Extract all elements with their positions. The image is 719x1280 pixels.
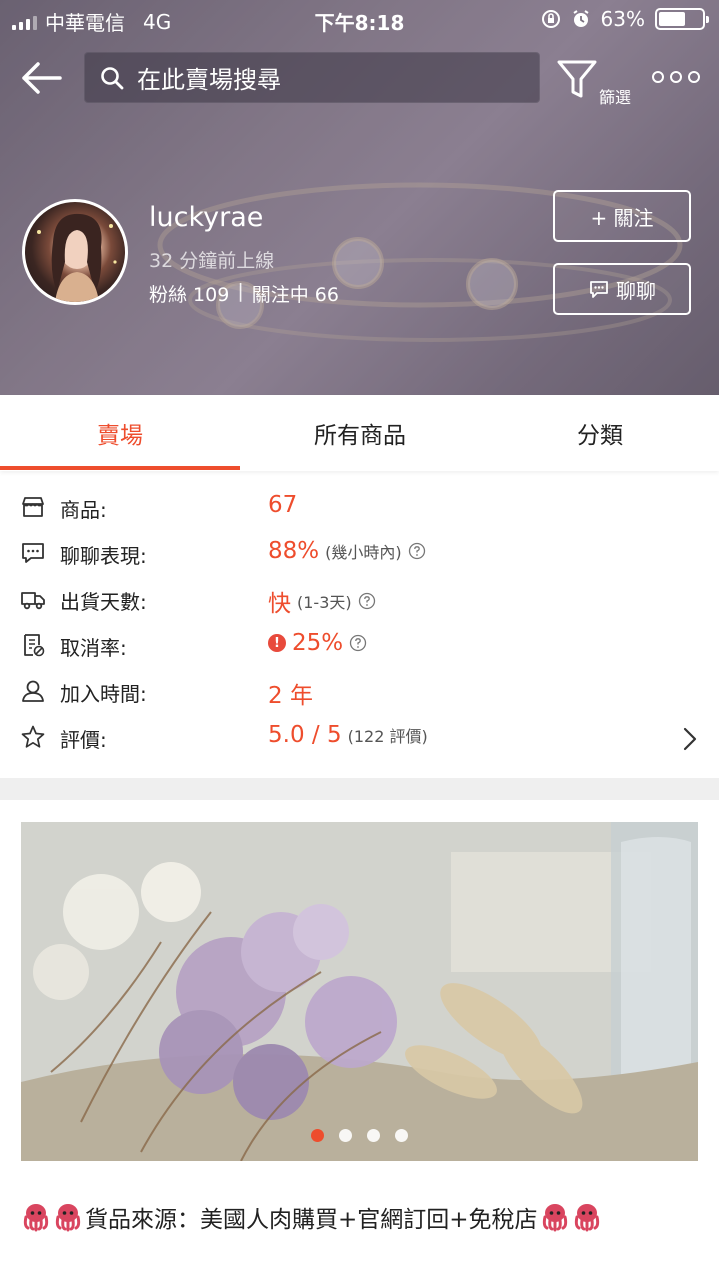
stat-value-cancel: ! 25% [268,630,367,656]
cancel-rate: 25% [292,630,344,656]
online-status: 32 分鐘前上線 [149,250,275,272]
carousel-dot[interactable] [395,1129,408,1142]
follow-button-label: + 關注 [590,205,654,230]
help-icon[interactable] [358,592,376,610]
tab-all-products[interactable]: 所有商品 [240,395,480,471]
stat-value-rating: 5.0 / 5 (122 評價) [268,722,428,748]
section-divider [0,778,719,800]
banner-carousel[interactable] [21,822,698,1161]
chat-button-label: 聊聊 [616,278,656,303]
octopus-icon [55,1204,81,1232]
stat-label-chat: 聊聊表現: [60,544,147,568]
star-icon [21,725,45,748]
follow-stats: 粉絲 109 | 關注中 66 [149,280,339,307]
stat-label-shipping: 出貨天數: [60,590,147,614]
stat-label-rating: 評價: [60,728,107,752]
shipping-speed: 快 [268,591,291,617]
stat-label-joined: 加入時間: [60,682,147,706]
stat-row-chat: 聊聊表現: 88% (幾小時內) [0,532,719,578]
back-button[interactable] [18,58,64,98]
stat-row-shipping: 出貨天數: 快 (1-3天) [0,578,719,624]
stat-value-chat: 88% (幾小時內) [268,538,426,564]
delivery-truck-icon [21,592,45,610]
joined-duration: 2 年 [268,683,313,709]
user-icon [22,680,44,702]
stat-label-products: 商品: [60,498,107,522]
stat-row-products: 商品: 67 [0,486,719,532]
octopus-icon [574,1204,599,1232]
alarm-icon [572,10,589,27]
more-dot-icon [688,71,700,83]
carousel-dot[interactable] [311,1129,324,1142]
chat-performance-icon [22,543,44,563]
carousel-dot[interactable] [367,1129,380,1142]
chat-rate: 88% [268,538,320,564]
chat-rate-note: (幾小時內) [325,543,402,562]
description-text: 貨品來源：美國人肉購買+官網訂回+免稅店 [85,1207,538,1233]
search-input[interactable]: 在此賣場搜尋 [84,52,540,103]
help-icon[interactable] [408,542,426,560]
follow-button[interactable]: + 關注 [553,190,691,242]
carousel-indicator [21,1129,698,1142]
tab-shop[interactable]: 賣場 [0,395,240,471]
battery-icon [655,8,709,30]
avatar-photo [37,213,117,302]
stat-row-rating[interactable]: 評價: 5.0 / 5 (122 評價) [0,716,719,762]
avatar[interactable] [22,199,128,305]
stat-row-joined: 加入時間: 2 年 [0,670,719,716]
chevron-right-icon[interactable] [682,726,698,752]
following-count[interactable]: 關注中 66 [252,280,339,307]
rating-score: 5.0 / 5 [268,722,342,748]
stat-label-cancel: 取消率: [60,636,127,660]
orientation-lock-icon [541,10,560,28]
rating-count: (122 評價) [347,727,428,746]
shipping-days-note: (1-3天) [297,593,352,612]
battery-percent: 63% [600,7,645,31]
top-nav: 在此賣場搜尋 篩選 [0,52,719,107]
search-placeholder: 在此賣場搜尋 [137,66,281,94]
help-icon[interactable] [349,634,367,652]
store-icon [22,497,44,517]
warning-icon: ! [268,634,286,652]
status-bar: 中華電信 4G 下午8:18 63% [0,0,719,38]
shop-tabs: 賣場 所有商品 分類 [0,395,719,471]
banner-image [21,822,698,1161]
filter-label: 篩選 [599,88,632,107]
search-icon [101,66,124,89]
status-right: 63% [541,7,709,31]
carousel-dot[interactable] [339,1129,352,1142]
more-options-button[interactable] [652,66,702,88]
chat-button[interactable]: 聊聊 [553,263,691,315]
shop-description: 貨品來源：美國人肉購買+官網訂回+免稅店 [21,1200,701,1234]
filter-icon [557,60,597,98]
more-dot-icon [670,71,682,83]
more-dot-icon [652,71,664,83]
products-count: 67 [268,492,298,518]
battery-fill [659,12,686,26]
shop-header: 中華電信 4G 下午8:18 63% 在此賣場搜尋 篩選 luckyrae 32… [0,0,719,395]
octopus-icon [23,1204,49,1232]
stat-value-products: 67 [268,492,297,518]
back-arrow-icon [22,62,62,94]
active-tab-indicator [0,466,240,470]
filter-button[interactable]: 篩選 [555,56,637,107]
cancel-rate-icon [24,634,45,657]
stats-separator: | [237,280,244,302]
stat-value-shipping: 快 (1-3天) [268,584,376,618]
stat-row-cancel: 取消率: ! 25% [0,624,719,670]
tab-categories[interactable]: 分類 [480,395,719,471]
chat-bubble-icon [590,281,608,298]
octopus-icon [542,1204,567,1232]
shop-username: luckyrae [149,202,264,233]
followers-count[interactable]: 粉絲 109 [149,280,229,307]
stat-value-joined: 2 年 [268,676,313,710]
